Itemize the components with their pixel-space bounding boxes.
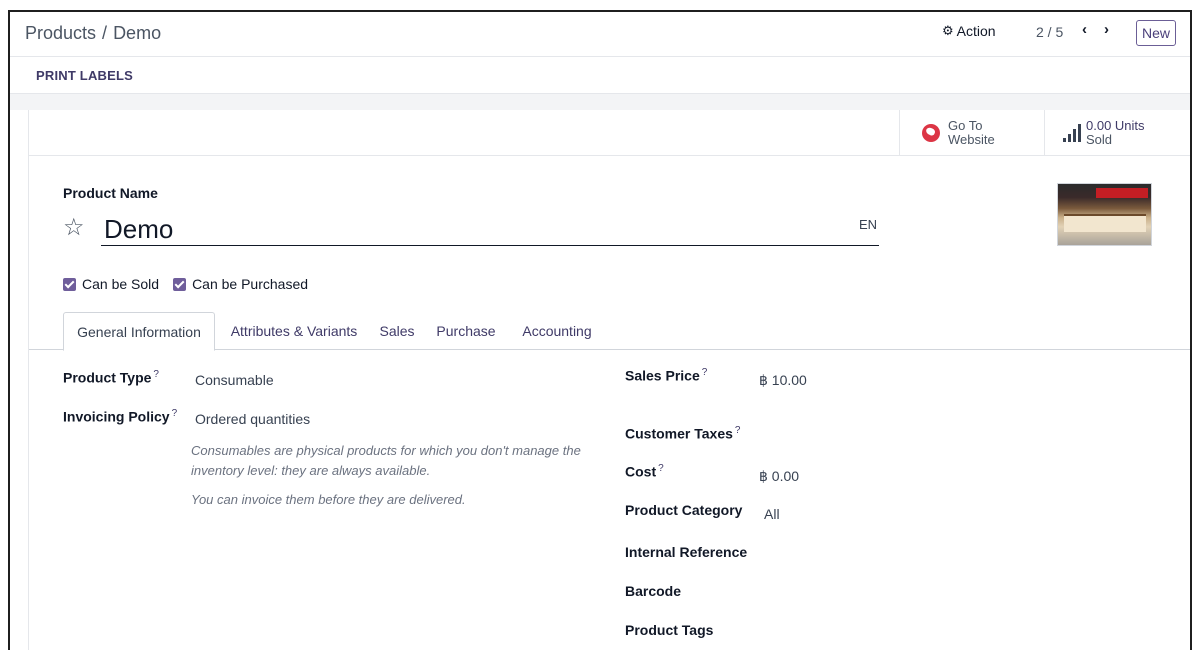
can-be-purchased-checkbox[interactable]: Can be Purchased [173,276,308,292]
tab-accounting[interactable]: Accounting [515,312,599,350]
can-be-sold-checkbox[interactable]: Can be Sold [63,276,159,292]
breadcrumb-parent[interactable]: Products [25,23,96,43]
checkbox-checked-icon [173,277,187,291]
form-sheet: Go To Website 0.00 Units Sold Product Na… [28,110,1190,650]
product-name-input[interactable]: Demo [101,214,879,246]
action-button[interactable]: ⚙ Action [942,23,996,39]
checkbox-checked-icon [63,277,76,291]
help-tooltip-icon[interactable]: ? [735,425,741,436]
gear-icon: ⚙ [942,23,954,38]
smart-button-box: Go To Website 0.00 Units Sold [29,110,1190,156]
units-sold-button[interactable]: 0.00 Units Sold [1044,110,1190,156]
status-bar: PRINT LABELS [10,56,1190,94]
favorite-star-icon[interactable]: ☆ [63,213,85,242]
help-tooltip-icon[interactable]: ? [702,367,708,378]
tab-general-information[interactable]: General Information [63,312,215,351]
pager-value[interactable]: 2 / 5 [1036,24,1063,40]
action-label: Action [956,23,996,39]
pager-previous-icon[interactable]: ‹ [1082,21,1087,38]
sales-price-value[interactable]: ฿ 10.00 [759,372,807,389]
breadcrumb-separator: / [102,23,108,43]
sales-price-label-text: Sales Price [625,367,700,384]
product-type-value[interactable]: Consumable [195,372,274,388]
control-panel: Products / Demo ⚙ Action 2 / 5 ‹ › New PRI… [10,12,1190,94]
website-line2: Website [948,132,995,147]
help-tooltip-icon[interactable]: ? [658,463,664,474]
consumable-help-text: Consumables are physical products for wh… [191,443,581,478]
form-view: Products / Demo ⚙ Action 2 / 5 ‹ › New PRI… [8,10,1192,650]
print-labels-button[interactable]: PRINT LABELS [36,68,133,83]
customer-taxes-label-text: Customer Taxes [625,425,733,442]
help-tooltip-icon[interactable]: ? [153,369,159,380]
product-tags-label: Product Tags [625,622,714,638]
breadcrumb-current: Demo [113,23,162,43]
product-type-label-text: Product Type [63,369,152,386]
sheet-background [10,94,1190,110]
language-button[interactable]: EN [859,217,877,232]
invoicing-policy-label-text: Invoicing Policy [63,408,170,425]
invoicing-policy-value[interactable]: Ordered quantities [195,411,310,427]
checkbox-group: Can be Sold Can be Purchased [63,276,308,292]
internal-reference-label: Internal Reference [625,544,748,560]
cost-label: Cost? [625,463,664,480]
invoicing-policy-label: Invoicing Policy? [63,408,177,425]
product-type-label: Product Type? [63,369,159,386]
bar-chart-icon [1063,124,1081,142]
sold-value: 0.00 Units [1086,118,1145,133]
product-category-label: Product Category [625,502,743,518]
breadcrumb: Products / Demo [25,23,161,44]
new-button[interactable]: New [1136,20,1176,46]
help-tooltip-icon[interactable]: ? [172,408,178,419]
tab-sales[interactable]: Sales [377,312,417,350]
product-name-label: Product Name [63,185,158,201]
invoice-help-text: You can invoice them before they are del… [191,492,466,507]
product-image[interactable] [1057,183,1152,246]
can-be-sold-label: Can be Sold [82,276,160,292]
globe-icon [922,124,940,142]
customer-taxes-label: Customer Taxes? [625,425,740,442]
pager-next-icon[interactable]: › [1104,21,1109,38]
website-line1: Go To [948,118,983,133]
sold-label: Sold [1086,132,1113,147]
barcode-label: Barcode [625,583,682,599]
tab-attributes-variants[interactable]: Attributes & Variants [219,312,369,350]
product-category-value[interactable]: All [764,506,780,522]
notebook-tabs: General Information Attributes & Variant… [29,312,1190,351]
tab-purchase[interactable]: Purchase [433,312,499,350]
sales-price-label: Sales Price? [625,367,707,384]
cost-value[interactable]: ฿ 0.00 [759,468,799,485]
cost-label-text: Cost [625,463,657,480]
go-to-website-button[interactable]: Go To Website [899,110,1045,156]
can-be-purchased-label: Can be Purchased [192,276,309,292]
